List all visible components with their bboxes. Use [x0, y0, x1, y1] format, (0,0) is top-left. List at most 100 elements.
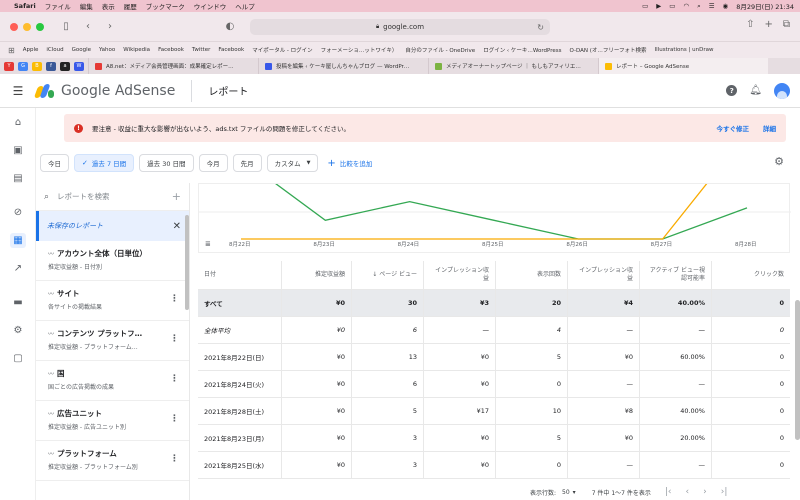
add-comparison-button[interactable]: + 比較を追加 — [327, 158, 372, 169]
col-header-date[interactable]: 日付 — [198, 261, 282, 289]
menu-bookmarks[interactable]: ブックマーク — [146, 1, 185, 11]
col-header-impressions[interactable]: 表示回数 — [496, 261, 568, 289]
pinned-tab-icon[interactable]: B — [32, 61, 42, 71]
close-icon[interactable]: ✕ — [173, 221, 181, 232]
home-icon[interactable]: ⌂ — [0, 108, 36, 136]
fix-now-link[interactable]: 今すぐ修正 — [717, 123, 750, 133]
favorite-link[interactable]: ログイン ‹ ケーキ…WordPress — [483, 46, 561, 54]
table-row[interactable]: 2021年8月23日(月) ¥0 3 ¥0 5 ¥0 20.00% 0 — [198, 425, 790, 452]
tab-overview-icon[interactable]: ⧉ — [783, 19, 790, 30]
menu-window[interactable]: ウインドウ — [194, 1, 227, 11]
table-row[interactable]: 2021年8月24日(火) ¥0 6 ¥0 0 — — 0 — [198, 371, 790, 398]
last-page-icon[interactable]: ›| — [721, 487, 728, 497]
col-header-impression-revenue-2[interactable]: インプレッション収益 — [568, 261, 640, 289]
add-report-icon[interactable]: + — [172, 190, 181, 203]
share-icon[interactable]: ⇧ — [746, 19, 754, 30]
browser-tab-active[interactable]: レポート – Google AdSense — [598, 58, 768, 74]
favorite-link[interactable]: Yahoo — [99, 47, 115, 53]
more-options-icon[interactable]: ⋮ — [170, 294, 179, 304]
details-link[interactable]: 詳細 — [763, 123, 776, 133]
rows-per-page-select[interactable]: 50 ▾ — [562, 489, 576, 496]
col-header-estimated-earnings[interactable]: 推定収益額 — [282, 261, 352, 289]
browser-tab[interactable]: A8.net：メディア会員管理画面：成果確定レポー… — [88, 58, 258, 74]
more-options-icon[interactable]: ⋮ — [170, 414, 179, 424]
filter-last-7-days[interactable]: ✓ 過去 7 日間 — [74, 154, 135, 172]
favorite-link[interactable]: Facebook — [158, 47, 184, 53]
table-row[interactable]: 2021年8月28日(土) ¥0 5 ¥17 10 ¥8 40.00% 0 — [198, 398, 790, 425]
back-icon[interactable]: ‹ — [80, 19, 96, 35]
menu-file[interactable]: ファイル — [45, 1, 71, 11]
unsaved-report-item[interactable]: 未保存のレポート ✕ — [36, 211, 189, 241]
reports-scrollbar[interactable] — [185, 215, 189, 310]
col-header-clicks[interactable]: クリック数 — [712, 261, 790, 289]
forward-icon[interactable]: › — [102, 19, 118, 35]
filter-today[interactable]: 今日 — [40, 154, 69, 172]
chart-legend-icon[interactable]: ≣ — [205, 240, 211, 248]
page-scrollbar[interactable] — [795, 300, 800, 440]
menu-view[interactable]: 表示 — [102, 1, 115, 11]
notifications-bell-icon[interactable]: 🔔︎ — [749, 85, 762, 96]
privacy-shield-icon[interactable]: ◐ — [222, 19, 238, 35]
favorite-link[interactable]: Google — [72, 47, 91, 53]
favorite-link[interactable]: 自分のファイル - OneDrive — [405, 46, 475, 54]
clock[interactable]: 8月29日(日) 21:34 — [736, 1, 794, 11]
sites-icon[interactable]: ▤ — [0, 164, 36, 192]
col-header-page-views[interactable]: ↓ ページ ビュー — [352, 261, 424, 289]
browser-tab[interactable]: 投稿を編集 ‹ ケーキ屋しんちゃんブログ — WordPr… — [258, 58, 428, 74]
pinned-tab-icon[interactable]: f — [46, 61, 56, 71]
control-center-icon[interactable]: ☰ — [709, 2, 715, 10]
main-menu-icon[interactable]: ☰ — [0, 84, 36, 98]
grid-icon[interactable]: ⊞ — [8, 46, 15, 55]
browser-tab[interactable]: メディアオーナートップページ ｜ もしもアフィリエ… — [428, 58, 598, 74]
filter-this-month[interactable]: 今月 — [198, 154, 228, 172]
reports-icon[interactable]: ▦ — [0, 226, 36, 254]
filter-last-month[interactable]: 先月 — [232, 154, 262, 172]
next-page-icon[interactable]: › — [703, 487, 707, 497]
report-item-content-platform[interactable]: 〰コンテンツ プラットフ… 推定収益額 - プラットフォーム… ⋮ — [36, 321, 189, 361]
address-bar[interactable]: 🔒︎ google.com ↻ — [250, 19, 550, 35]
pinned-tab-icon[interactable]: G — [18, 61, 28, 71]
col-header-impression-revenue[interactable]: インプレッション収益 — [424, 261, 496, 289]
filter-custom[interactable]: カスタム ▼ — [266, 154, 319, 172]
favorite-link[interactable]: Wikipedia — [123, 47, 150, 53]
account-avatar[interactable] — [774, 82, 790, 99]
report-item-account-daily[interactable]: 〰アカウント全体（日単位） 推定収益額 - 日付別 — [36, 241, 189, 281]
col-header-active-view[interactable]: アクティブ ビュー視認可能率 — [640, 261, 712, 289]
report-search[interactable]: ⌕ レポートを検索 + — [36, 183, 189, 211]
favorite-link[interactable]: Twitter — [192, 47, 210, 53]
close-window-button[interactable] — [10, 22, 18, 31]
feedback-icon[interactable]: ▢ — [0, 344, 36, 372]
table-row[interactable]: 2021年8月22日(日) ¥0 13 ¥0 5 ¥0 60.00% 0 — [198, 344, 790, 371]
optimization-icon[interactable]: ↗ — [0, 254, 36, 282]
more-options-icon[interactable]: ⋮ — [170, 454, 179, 464]
search-icon[interactable]: ⌕ — [697, 2, 701, 11]
favorite-link[interactable]: Facebook — [218, 47, 244, 53]
help-icon[interactable]: ? — [726, 85, 738, 96]
report-item-platforms[interactable]: 〰プラットフォーム 推定収益額 - プラットフォーム別 ⋮ — [36, 441, 189, 481]
new-tab-icon[interactable]: + — [764, 19, 772, 30]
wifi-icon[interactable]: ◠ — [683, 2, 689, 10]
pinned-tab-icon[interactable]: Y — [4, 61, 14, 71]
report-settings-gear-icon[interactable]: ⚙ — [774, 155, 784, 168]
minimize-window-button[interactable] — [23, 22, 31, 31]
screen-icon[interactable]: ▭ — [642, 2, 648, 10]
play-icon[interactable]: ▶ — [656, 2, 661, 10]
table-row[interactable]: 2021年8月25日(水) ¥0 3 ¥0 0 — — 0 — [198, 452, 790, 479]
payments-icon[interactable]: ▬ — [0, 288, 36, 316]
filter-last-30-days[interactable]: 過去 30 日間 — [139, 154, 194, 172]
more-options-icon[interactable]: ⋮ — [170, 374, 179, 384]
favorite-link[interactable]: O-DAN (オ…フリーフォト検索 — [570, 46, 647, 54]
favorite-link[interactable]: フォーメーショ…ットワイキ） — [321, 46, 398, 54]
settings-icon[interactable]: ⚙ — [0, 316, 36, 344]
report-item-ad-units[interactable]: 〰広告ユニット 推定収益額 - 広告ユニット別 ⋮ — [36, 401, 189, 441]
report-item-sites[interactable]: 〰サイト 各サイトの掲載結果 ⋮ — [36, 281, 189, 321]
sidebar-toggle-icon[interactable]: ▯ — [58, 19, 74, 35]
ads-icon[interactable]: ▣ — [0, 136, 36, 164]
battery-icon[interactable]: ▭ — [669, 2, 675, 10]
favorite-link[interactable]: マイポータル - ログイン — [252, 46, 312, 54]
menu-history[interactable]: 履歴 — [124, 1, 137, 11]
pinned-tab-icon[interactable]: W — [74, 61, 84, 71]
more-options-icon[interactable]: ⋮ — [170, 334, 179, 344]
favorite-link[interactable]: Apple — [23, 47, 39, 53]
adsense-logo[interactable]: Google AdSense — [33, 83, 175, 99]
